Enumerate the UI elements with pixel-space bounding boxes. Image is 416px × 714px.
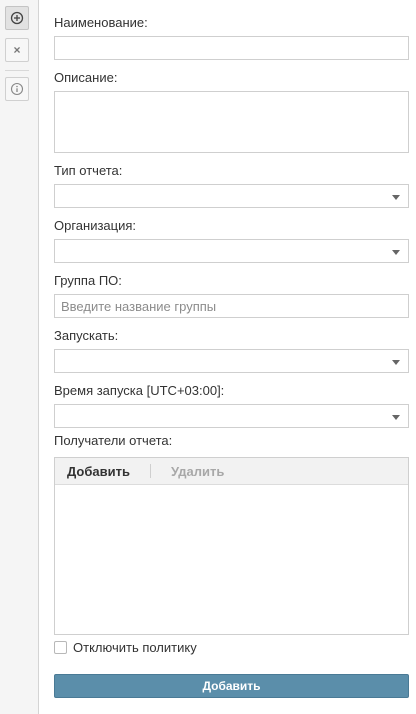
group-label: Группа ПО: (54, 273, 122, 288)
info-icon-svg (10, 82, 24, 96)
submit-button[interactable]: Добавить (54, 674, 409, 698)
organization-select[interactable] (54, 239, 409, 263)
recipients-toolbar: Добавить Удалить (55, 458, 408, 485)
recipients-label: Получатели отчета: (54, 433, 173, 448)
circle-plus-icon[interactable] (5, 6, 29, 30)
recipients-delete-button[interactable]: Удалить (171, 464, 224, 479)
name-input[interactable] (54, 36, 409, 60)
run-select[interactable] (54, 349, 409, 373)
disable-policy-checkbox[interactable] (54, 641, 67, 654)
report-type-label: Тип отчета: (54, 163, 123, 178)
organization-label: Организация: (54, 218, 137, 233)
name-label: Наименование: (54, 15, 148, 30)
left-toolbar: × (0, 0, 39, 714)
time-label: Время запуска [UTC+03:00]: (54, 383, 225, 398)
info-icon[interactable] (5, 77, 29, 101)
chevron-down-icon (392, 415, 400, 420)
chevron-down-icon (392, 360, 400, 365)
close-glyph: × (13, 43, 21, 57)
disable-policy-label[interactable]: Отключить политику (73, 640, 197, 655)
description-textarea[interactable] (54, 91, 409, 153)
circle-plus-icon-svg (10, 11, 24, 25)
close-icon[interactable]: × (5, 38, 29, 62)
time-select[interactable] (54, 404, 409, 428)
report-type-select[interactable] (54, 184, 409, 208)
recipients-add-button[interactable]: Добавить (67, 464, 130, 479)
recipients-grid[interactable]: Добавить Удалить (54, 457, 409, 635)
chevron-down-icon (392, 195, 400, 200)
group-input[interactable] (54, 294, 409, 318)
description-label: Описание: (54, 70, 118, 85)
run-label: Запускать: (54, 328, 119, 343)
recipients-toolbar-divider (150, 464, 151, 478)
toolbar-divider (5, 70, 29, 71)
chevron-down-icon (392, 250, 400, 255)
